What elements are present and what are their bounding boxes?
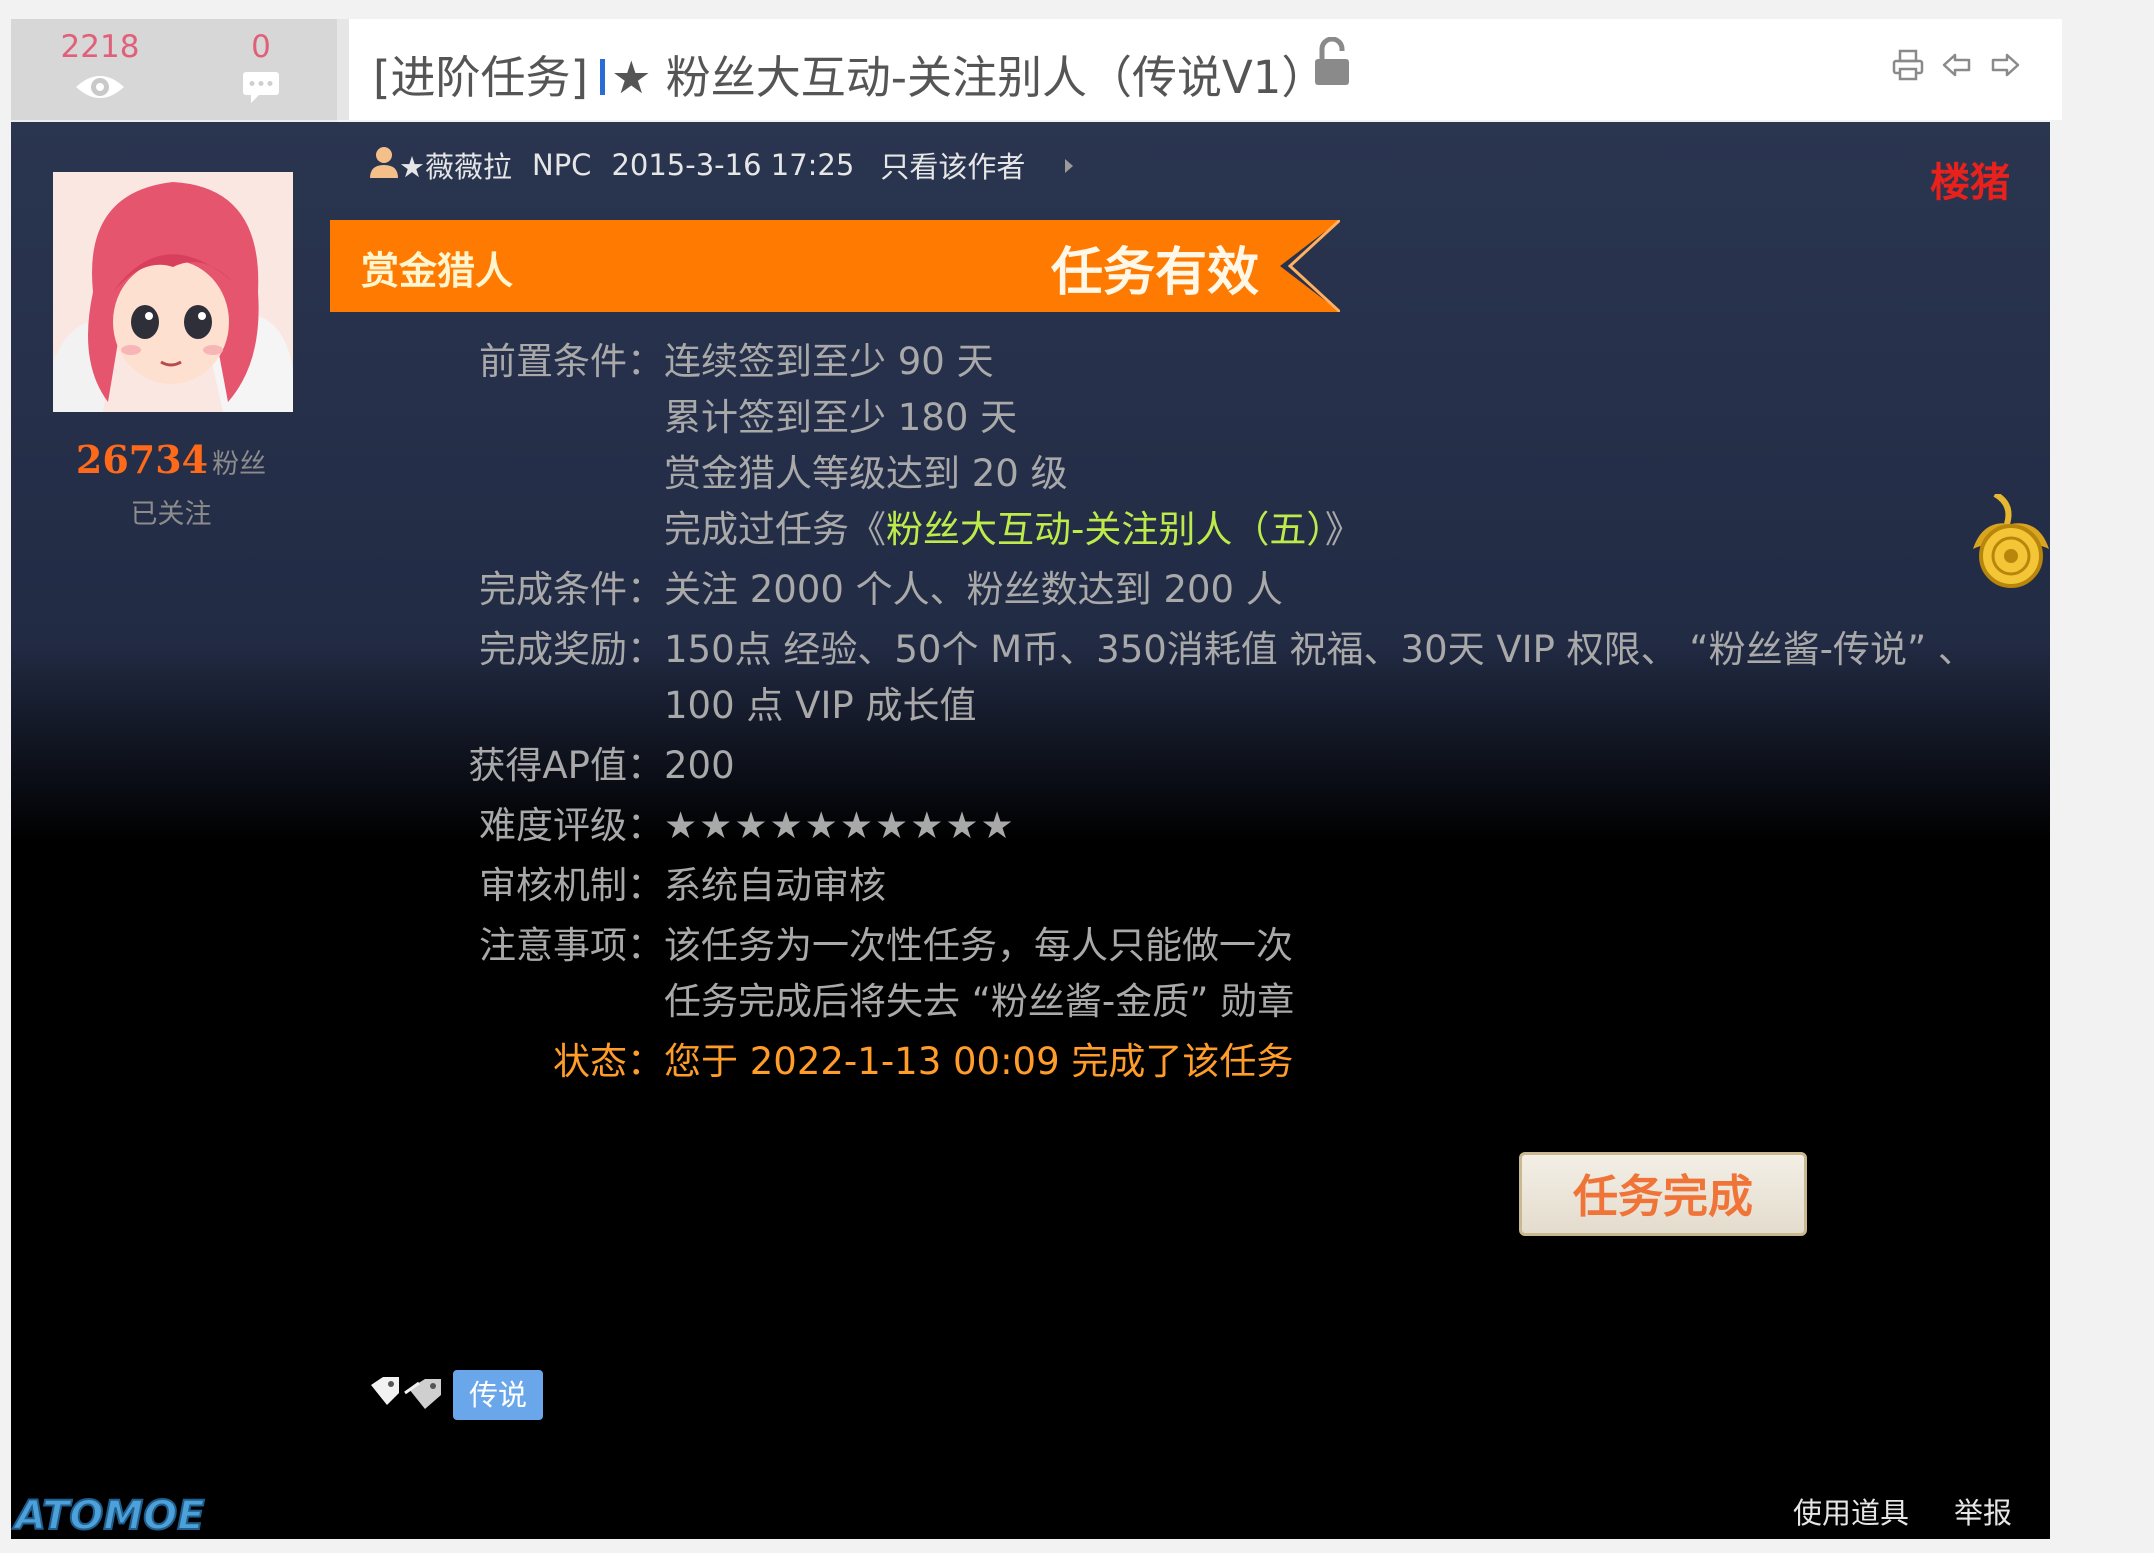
arrow-right-icon[interactable] <box>1989 49 2021 85</box>
title-separator <box>600 59 606 95</box>
reply-count: 0 <box>186 25 336 109</box>
caret-right-icon[interactable] <box>1063 148 1075 182</box>
reward-value: 100 点 VIP 成长值 <box>664 684 977 727</box>
completion-label: 完成条件： <box>479 568 664 611</box>
print-icon[interactable] <box>1892 49 1924 85</box>
post-date: 2015-3-16 17:25 <box>611 148 855 182</box>
prereq-task-prefix: 完成过任务《 <box>664 508 886 551</box>
prerequisites-label: 前置条件： <box>479 340 664 383</box>
floor-badge: 楼猪 <box>1930 160 2010 206</box>
difficulty-stars: ★★★★★★★★★★ <box>664 804 1016 847</box>
task-complete-button[interactable]: 任务完成 <box>1519 1152 1807 1236</box>
tag-icon <box>369 1375 443 1415</box>
thread-stats: 2218 0 <box>11 19 337 124</box>
thread-title-main: ★ 粉丝大互动-关注别人（传说V1） <box>611 51 1327 104</box>
status-label: 状态： <box>553 1040 664 1083</box>
task-category: 赏金猎人 <box>361 249 514 293</box>
unlock-icon <box>1313 36 1351 91</box>
notes-value: 任务完成后将失去 “粉丝酱-金质” 勋章 <box>664 980 1295 1023</box>
reward-value: 150点 经验、50个 M币、350消耗值 祝福、30天 VIP 权限、 “粉丝… <box>664 628 1975 671</box>
status-value: 您于 2022-1-13 00:09 完成了该任务 <box>664 1040 1294 1083</box>
prerequisite-task: 完成过任务《粉丝大互动-关注别人（五）》 <box>664 502 1984 558</box>
row-reward: 完成奖励： 150点 经验、50个 M币、350消耗值 祝福、30天 VIP 权… <box>11 622 2050 734</box>
row-difficulty: 难度评级： ★★★★★★★★★★ <box>11 798 2050 854</box>
reply-count-number: 0 <box>251 29 271 65</box>
review-value: 系统自动审核 <box>664 864 886 907</box>
completion-value: 关注 2000 个人、粉丝数达到 200 人 <box>664 568 1283 611</box>
author-name[interactable]: ★薇薇拉 <box>399 144 512 186</box>
row-ap: 获得AP值： 200 <box>11 738 2050 794</box>
post-meta: ★薇薇拉 NPC 2015-3-16 17:25 只看该作者 <box>369 144 1075 186</box>
author-role: NPC <box>532 148 592 182</box>
only-author-link[interactable]: 只看该作者 <box>880 144 1025 186</box>
notes-label: 注意事项： <box>479 924 664 967</box>
eye-icon <box>25 69 175 109</box>
thread-title-prefix[interactable]: [进阶任务] <box>373 51 588 104</box>
thread-header: 2218 0 [进阶任务] ★ 粉丝大互动-关注别人（传说V1） <box>11 19 2062 124</box>
prerequisite-item: 赏金猎人等级达到 20 级 <box>664 452 1068 495</box>
prereq-task-link[interactable]: 粉丝大互动-关注别人（五） <box>886 508 1325 551</box>
prerequisite-item: 连续签到至少 90 天 <box>664 340 994 383</box>
medal-icon[interactable] <box>1973 491 2049 610</box>
row-status: 状态： 您于 2022-1-13 00:09 完成了该任务 <box>11 1034 2050 1090</box>
svg-text:ATOMOE: ATOMOE <box>12 1493 205 1539</box>
tag-list: 传说 <box>369 1370 544 1420</box>
difficulty-label: 难度评级： <box>479 804 664 847</box>
thread-title-box: [进阶任务] ★ 粉丝大互动-关注别人（传说V1） <box>337 19 2062 120</box>
task-info: 前置条件： 连续签到至少 90 天 累计签到至少 180 天 赏金猎人等级达到 … <box>11 334 2050 1090</box>
thread-title: [进阶任务] ★ 粉丝大互动-关注别人（传说V1） <box>373 41 1326 106</box>
site-watermark: ATOMOE <box>11 1487 211 1539</box>
row-completion: 完成条件： 关注 2000 个人、粉丝数达到 200 人 <box>11 562 2050 618</box>
prerequisite-item: 累计签到至少 180 天 <box>664 396 1018 439</box>
row-notes: 注意事项： 该任务为一次性任务，每人只能做一次 任务完成后将失去 “粉丝酱-金质… <box>11 918 2050 1030</box>
reward-label: 完成奖励： <box>479 628 664 671</box>
ap-label: 获得AP值： <box>468 744 664 787</box>
tag-chip[interactable]: 传说 <box>453 1370 544 1420</box>
arrow-left-icon[interactable] <box>1941 49 1973 85</box>
post-panel: 26734 粉丝 已关注 ★薇薇拉 NPC 2015-3-16 17:25 只看该… <box>11 122 2050 1539</box>
notes-value: 该任务为一次性任务，每人只能做一次 <box>664 924 1293 967</box>
user-icon <box>369 145 399 186</box>
task-validity: 任务有效 <box>1051 243 1260 303</box>
prereq-task-suffix: 》 <box>1324 508 1362 551</box>
view-count-number: 2218 <box>60 29 140 65</box>
view-count: 2218 <box>25 25 175 109</box>
row-prerequisites: 前置条件： 连续签到至少 90 天 累计签到至少 180 天 赏金猎人等级达到 … <box>11 334 2050 558</box>
row-review: 审核机制： 系统自动审核 <box>11 858 2050 914</box>
review-label: 审核机制： <box>479 864 664 907</box>
use-item-link[interactable]: 使用道具 <box>1793 1490 1909 1532</box>
report-link[interactable]: 举报 <box>1954 1490 2012 1532</box>
ap-value: 200 <box>664 744 735 787</box>
comment-icon <box>186 69 336 109</box>
